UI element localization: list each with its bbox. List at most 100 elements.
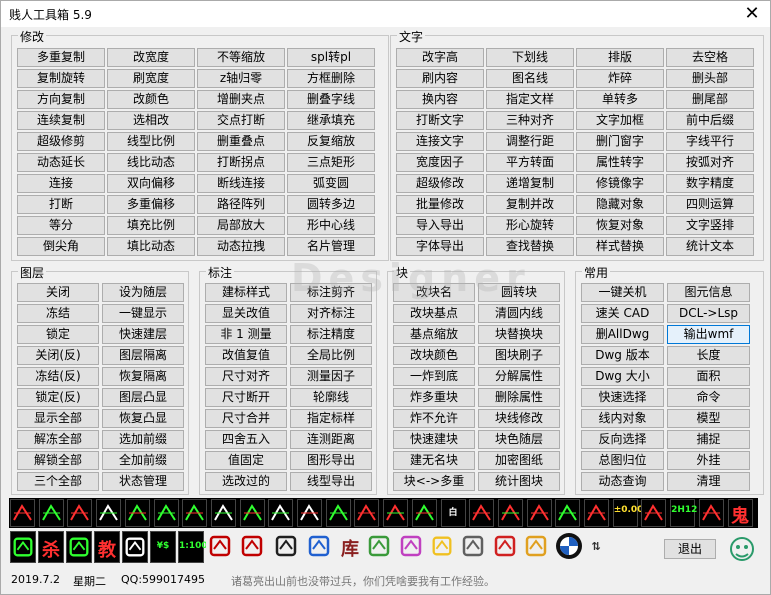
block-button[interactable]: 改块名	[393, 283, 475, 302]
break-line-icon[interactable]	[38, 499, 64, 527]
modify-button[interactable]: 连接	[17, 174, 105, 193]
gear-dim-icon[interactable]	[268, 499, 294, 527]
modify-button[interactable]: 改颜色	[107, 90, 195, 109]
dim-button[interactable]: 线型导出	[290, 472, 372, 491]
dim-circle-icon[interactable]	[10, 499, 35, 527]
block-button[interactable]: 基点缩放	[393, 325, 475, 344]
block-button[interactable]: 块替换块	[478, 325, 560, 344]
text-button[interactable]: 属性转字	[576, 153, 664, 172]
dim-button[interactable]: 四舍五入	[205, 430, 287, 449]
text-button[interactable]: 删头部	[666, 69, 754, 88]
modify-button[interactable]: 名片管理	[287, 237, 375, 256]
ground-icon[interactable]	[698, 499, 724, 527]
text-button[interactable]: 炸碎	[576, 69, 664, 88]
printer-icon[interactable]	[458, 531, 490, 563]
text-button[interactable]: 宽度因子	[396, 153, 484, 172]
block-button[interactable]: 炸不允许	[393, 409, 475, 428]
modify-button[interactable]: 局部放大	[197, 216, 285, 235]
bracket-icon[interactable]	[210, 499, 236, 527]
layer-button[interactable]: 关闭	[17, 283, 99, 302]
common-button[interactable]: DCL->Lsp	[667, 304, 750, 323]
text-button[interactable]: 文字加框	[576, 111, 664, 130]
layer-button[interactable]: 恢复隔离	[102, 367, 184, 386]
modify-button[interactable]: 三点矩形	[287, 153, 375, 172]
common-button[interactable]: Dwg 大小	[581, 367, 664, 386]
modify-button[interactable]: 多重复制	[17, 48, 105, 67]
dim-extend-icon[interactable]	[239, 499, 265, 527]
layer-button[interactable]: 三个全部	[17, 472, 99, 491]
dim-button[interactable]: 轮廓线	[290, 388, 372, 407]
modify-button[interactable]: 填比动态	[107, 237, 195, 256]
text-button[interactable]: 改字高	[396, 48, 484, 67]
teach-icon[interactable]: 教	[94, 531, 120, 563]
dim-button[interactable]: 尺寸合并	[205, 409, 287, 428]
common-button[interactable]: 反向选择	[581, 430, 664, 449]
text-button[interactable]: 超级修改	[396, 174, 484, 193]
stair-icon[interactable]	[182, 499, 208, 527]
layer-button[interactable]: 图层隔离	[102, 346, 184, 365]
modify-button[interactable]: 等分	[17, 216, 105, 235]
common-button[interactable]: 捕捉	[667, 430, 750, 449]
modify-button[interactable]: 不等缩放	[197, 48, 285, 67]
exit-button[interactable]: 退出	[664, 539, 716, 559]
common-button[interactable]: 速关 CAD	[581, 304, 664, 323]
square-split-icon[interactable]	[497, 499, 523, 527]
block-button[interactable]: 一炸到底	[393, 367, 475, 386]
common-button[interactable]: 命令	[667, 388, 750, 407]
modify-button[interactable]: 方框删除	[287, 69, 375, 88]
layer-button[interactable]: 一键显示	[102, 304, 184, 323]
dim-bar-icon[interactable]	[354, 499, 380, 527]
modify-button[interactable]: 刷宽度	[107, 69, 195, 88]
layer-button[interactable]: 关闭(反)	[17, 346, 99, 365]
dim-button[interactable]: 指定标样	[290, 409, 372, 428]
modify-button[interactable]: 弧变圆	[287, 174, 375, 193]
mascot-icon[interactable]	[725, 535, 759, 565]
common-button[interactable]: 面积	[667, 367, 750, 386]
layer-button[interactable]: 冻结	[17, 304, 99, 323]
text-button[interactable]: 去空格	[666, 48, 754, 67]
modify-button[interactable]: 动态拉拽	[197, 237, 285, 256]
text-button[interactable]: 调整行距	[486, 132, 574, 151]
block-button[interactable]: 图块刷子	[478, 346, 560, 365]
text-button[interactable]: 删门窗字	[576, 132, 664, 151]
modify-button[interactable]: 动态延长	[17, 153, 105, 172]
text-button[interactable]: 下划线	[486, 48, 574, 67]
modify-button[interactable]: 继承填充	[287, 111, 375, 130]
layer-button[interactable]: 冻结(反)	[17, 367, 99, 386]
diagonal-line-icon[interactable]	[67, 499, 93, 527]
text-button[interactable]: 数字精度	[666, 174, 754, 193]
modify-button[interactable]: 方向复制	[17, 90, 105, 109]
layer-button[interactable]: 锁定(反)	[17, 388, 99, 407]
common-button[interactable]: 一键关机	[581, 283, 664, 302]
dim-button[interactable]: 标注精度	[290, 325, 372, 344]
needle-icon[interactable]	[325, 499, 351, 527]
text-button[interactable]: 字线平行	[666, 132, 754, 151]
modify-button[interactable]: 倒尖角	[17, 237, 105, 256]
layer-button[interactable]: 设为随层	[102, 283, 184, 302]
layer-button[interactable]: 显示全部	[17, 409, 99, 428]
text-button[interactable]: 统计文本	[666, 237, 754, 256]
folder-icon[interactable]	[396, 531, 428, 563]
arrow-left-icon[interactable]	[96, 499, 122, 527]
bulb-icon[interactable]	[430, 531, 456, 563]
text-button[interactable]: 前中后缀	[666, 111, 754, 130]
dim-button[interactable]: 建标样式	[205, 283, 287, 302]
modify-button[interactable]: 线比动态	[107, 153, 195, 172]
common-button[interactable]: 长度	[667, 346, 750, 365]
yen-icon[interactable]: ¥$	[150, 531, 176, 563]
text-button[interactable]: 形心旋转	[486, 216, 574, 235]
text-button[interactable]: 修镜像字	[576, 174, 664, 193]
text-button[interactable]: 按弧对齐	[666, 153, 754, 172]
layer-button[interactable]: 全加前缀	[102, 451, 184, 470]
text-button[interactable]: 四则运算	[666, 195, 754, 214]
dim-button[interactable]: 值固定	[205, 451, 287, 470]
layer-button[interactable]: 选加前缀	[102, 430, 184, 449]
dim-button[interactable]: 尺寸对齐	[205, 367, 287, 386]
common-button[interactable]: 输出wmf	[667, 325, 750, 344]
block-button[interactable]: 圆转块	[478, 283, 560, 302]
text-button[interactable]: 三种对齐	[486, 111, 574, 130]
text-button[interactable]: 查找替换	[486, 237, 574, 256]
slash-icon[interactable]	[411, 499, 437, 527]
modify-button[interactable]: 圆转多边	[287, 195, 375, 214]
square-icon[interactable]	[469, 499, 495, 527]
